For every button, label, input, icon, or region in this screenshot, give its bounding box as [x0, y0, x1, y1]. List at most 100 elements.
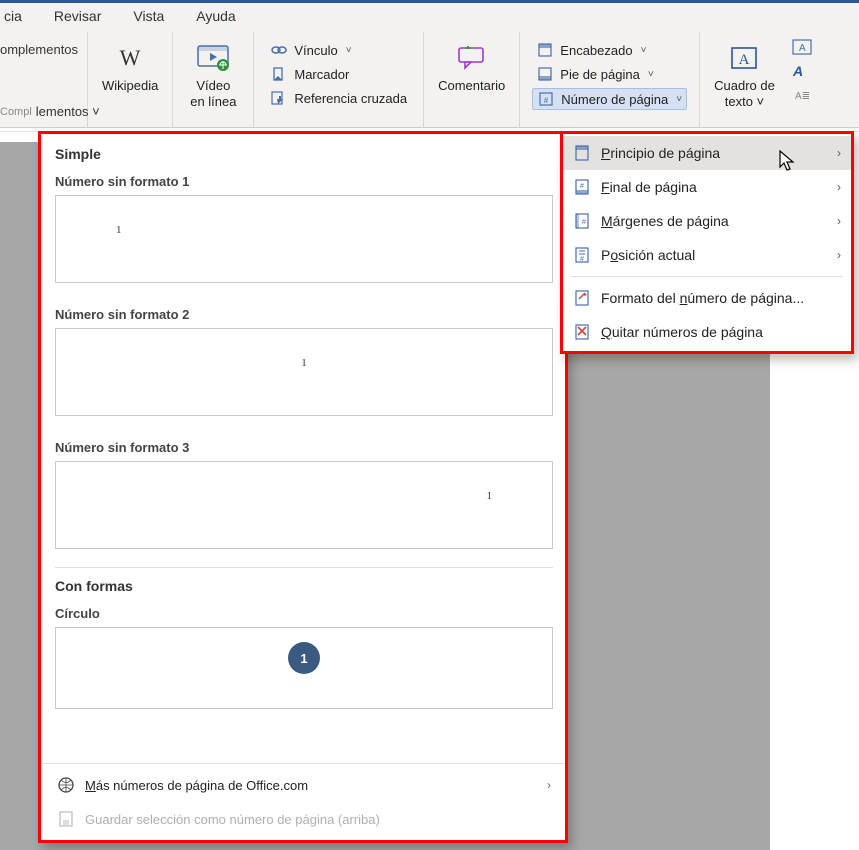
gallery-divider: [55, 567, 553, 568]
submenu-format-page-number[interactable]: Formato del número de página...: [563, 281, 851, 315]
gallery-item-plain-2[interactable]: 1: [55, 328, 553, 416]
chevron-right-icon: ›: [837, 248, 841, 262]
comment-button[interactable]: Comentario: [434, 36, 509, 98]
gallery-item-title: Círculo: [55, 600, 553, 627]
header-label: Encabezado: [560, 43, 632, 58]
globe-icon: [57, 776, 75, 794]
remove-number-icon: [573, 323, 591, 341]
online-video-button[interactable]: Vídeo en línea: [183, 36, 243, 113]
save-selection-button: Guardar selección como número de página …: [55, 802, 553, 836]
bookmark-icon: [270, 66, 288, 82]
submenu-bottom-of-page[interactable]: # Final de página ›: [563, 170, 851, 204]
gallery-item-title: Número sin formato 2: [55, 301, 553, 328]
chevron-right-icon: ›: [837, 180, 841, 194]
link-icon: [270, 42, 288, 58]
gallery-section-shapes: Con formas: [55, 572, 553, 600]
submenu-page-margins[interactable]: # Márgenes de página ›: [563, 204, 851, 238]
gallery-footer: Más números de página de Office.com › Gu…: [41, 763, 565, 840]
gallery-item-plain-1[interactable]: 1: [55, 195, 553, 283]
ribbon-fragment-1[interactable]: omplementos: [0, 42, 83, 57]
circle-page-number: 1: [288, 642, 320, 674]
gallery-scroll-area[interactable]: Simple Número sin formato 1 1 Número sin…: [41, 134, 565, 764]
group-wikipedia: W Wikipedia: [88, 32, 173, 127]
ribbon-fragment-2[interactable]: Compllementos ˅: [0, 104, 83, 119]
submenu-label: Quitar números de página: [601, 324, 763, 340]
bookmark-button[interactable]: Marcador: [266, 64, 411, 84]
ribbon-left-cut: omplementos Compllementos ˅: [0, 32, 88, 127]
wordart-icon: A: [791, 62, 813, 80]
gallery-item-plain-3[interactable]: 1: [55, 461, 553, 549]
save-selection-icon: [57, 810, 75, 828]
format-number-icon: [573, 289, 591, 307]
chevron-right-icon: ›: [837, 214, 841, 228]
submenu-label: Posición actual: [601, 247, 695, 263]
gallery-item-circle[interactable]: 1: [55, 627, 553, 709]
page-margins-icon: #: [573, 212, 591, 230]
tab-revisar[interactable]: Revisar: [50, 8, 105, 24]
ribbon-tabs: cia Revisar Vista Ayuda: [0, 0, 859, 28]
page-number-sample: 1: [487, 490, 493, 502]
svg-text:#: #: [580, 183, 584, 190]
svg-text:#: #: [580, 256, 584, 263]
textbox-button[interactable]: A Cuadro de texto ˅: [710, 36, 779, 113]
footer-label: Pie de página: [560, 67, 640, 82]
textbox-label-1: Cuadro de: [714, 78, 775, 94]
gallery-section-simple: Simple: [55, 140, 553, 168]
page-number-label: Número de página: [561, 92, 668, 107]
textbox-icon: A: [726, 40, 762, 76]
svg-text:A: A: [792, 63, 803, 79]
bookmark-label: Marcador: [294, 67, 349, 82]
cross-reference-label: Referencia cruzada: [294, 91, 407, 106]
cross-reference-button[interactable]: Referencia cruzada: [266, 88, 411, 108]
submenu-current-position[interactable]: # Posición actual ›: [563, 238, 851, 272]
tab-fragment[interactable]: cia: [0, 8, 26, 24]
top-of-page-icon: [573, 144, 591, 162]
page-number-gallery: Simple Número sin formato 1 1 Número sin…: [38, 131, 568, 843]
chevron-right-icon: ›: [837, 146, 841, 160]
cross-reference-icon: [270, 90, 288, 106]
drop-cap-icon: A: [791, 38, 813, 56]
page-number-sample: 1: [301, 357, 307, 369]
submenu-remove-page-numbers[interactable]: Quitar números de página: [563, 315, 851, 349]
more-from-office-button[interactable]: Más números de página de Office.com ›: [55, 768, 553, 802]
gallery-item-title: Número sin formato 3: [55, 434, 553, 461]
header-button[interactable]: Encabezado ˅: [532, 40, 687, 60]
submenu-label: Formato del número de página...: [601, 290, 804, 306]
wikipedia-icon: W: [112, 40, 148, 76]
svg-text:#: #: [582, 219, 586, 226]
comment-label: Comentario: [438, 78, 505, 94]
group-textbox: A Cuadro de texto ˅: [700, 32, 789, 127]
group-header-footer: Encabezado ˅ Pie de página ˅ # Número de…: [520, 32, 700, 127]
tab-vista[interactable]: Vista: [129, 8, 168, 24]
group-links: Vínculo ˅ Marcador Referencia cruzada: [254, 32, 424, 127]
link-label: Vínculo: [294, 43, 337, 58]
submenu-label: Final de página: [601, 179, 697, 195]
link-button[interactable]: Vínculo ˅: [266, 40, 411, 60]
chevron-down-icon: ˅: [676, 94, 682, 105]
svg-text:A≣: A≣: [795, 91, 810, 102]
textbox-label-2: texto ˅: [725, 94, 764, 110]
wikipedia-label: Wikipedia: [102, 78, 158, 94]
group-video: Vídeo en línea: [173, 32, 254, 127]
submenu-label: Márgenes de página: [601, 213, 729, 229]
svg-text:W: W: [120, 45, 141, 70]
tab-ayuda[interactable]: Ayuda: [192, 8, 239, 24]
drop-text-icon: A≣: [791, 86, 813, 104]
chevron-down-icon: ˅: [346, 45, 352, 56]
header-icon: [536, 42, 554, 58]
wikipedia-button[interactable]: W Wikipedia: [98, 36, 162, 98]
more-from-office-label: Más números de página de Office.com: [85, 778, 308, 793]
chevron-down-icon: ˅: [641, 45, 647, 56]
submenu-top-of-page[interactable]: Principio de página ›: [563, 136, 851, 170]
svg-text:A: A: [799, 43, 806, 54]
ribbon: omplementos Compllementos ˅ W Wikipedia: [0, 28, 859, 128]
footer-icon: [536, 66, 554, 82]
comment-icon: [454, 40, 490, 76]
ribbon-right-cut: A A A≣: [789, 32, 813, 127]
video-label-2: en línea: [190, 94, 236, 110]
bottom-of-page-icon: #: [573, 178, 591, 196]
footer-button[interactable]: Pie de página ˅: [532, 64, 687, 84]
submenu-label: Principio de página: [601, 145, 720, 161]
gallery-item-title: Número sin formato 1: [55, 168, 553, 195]
page-number-button[interactable]: # Número de página ˅: [532, 88, 687, 110]
